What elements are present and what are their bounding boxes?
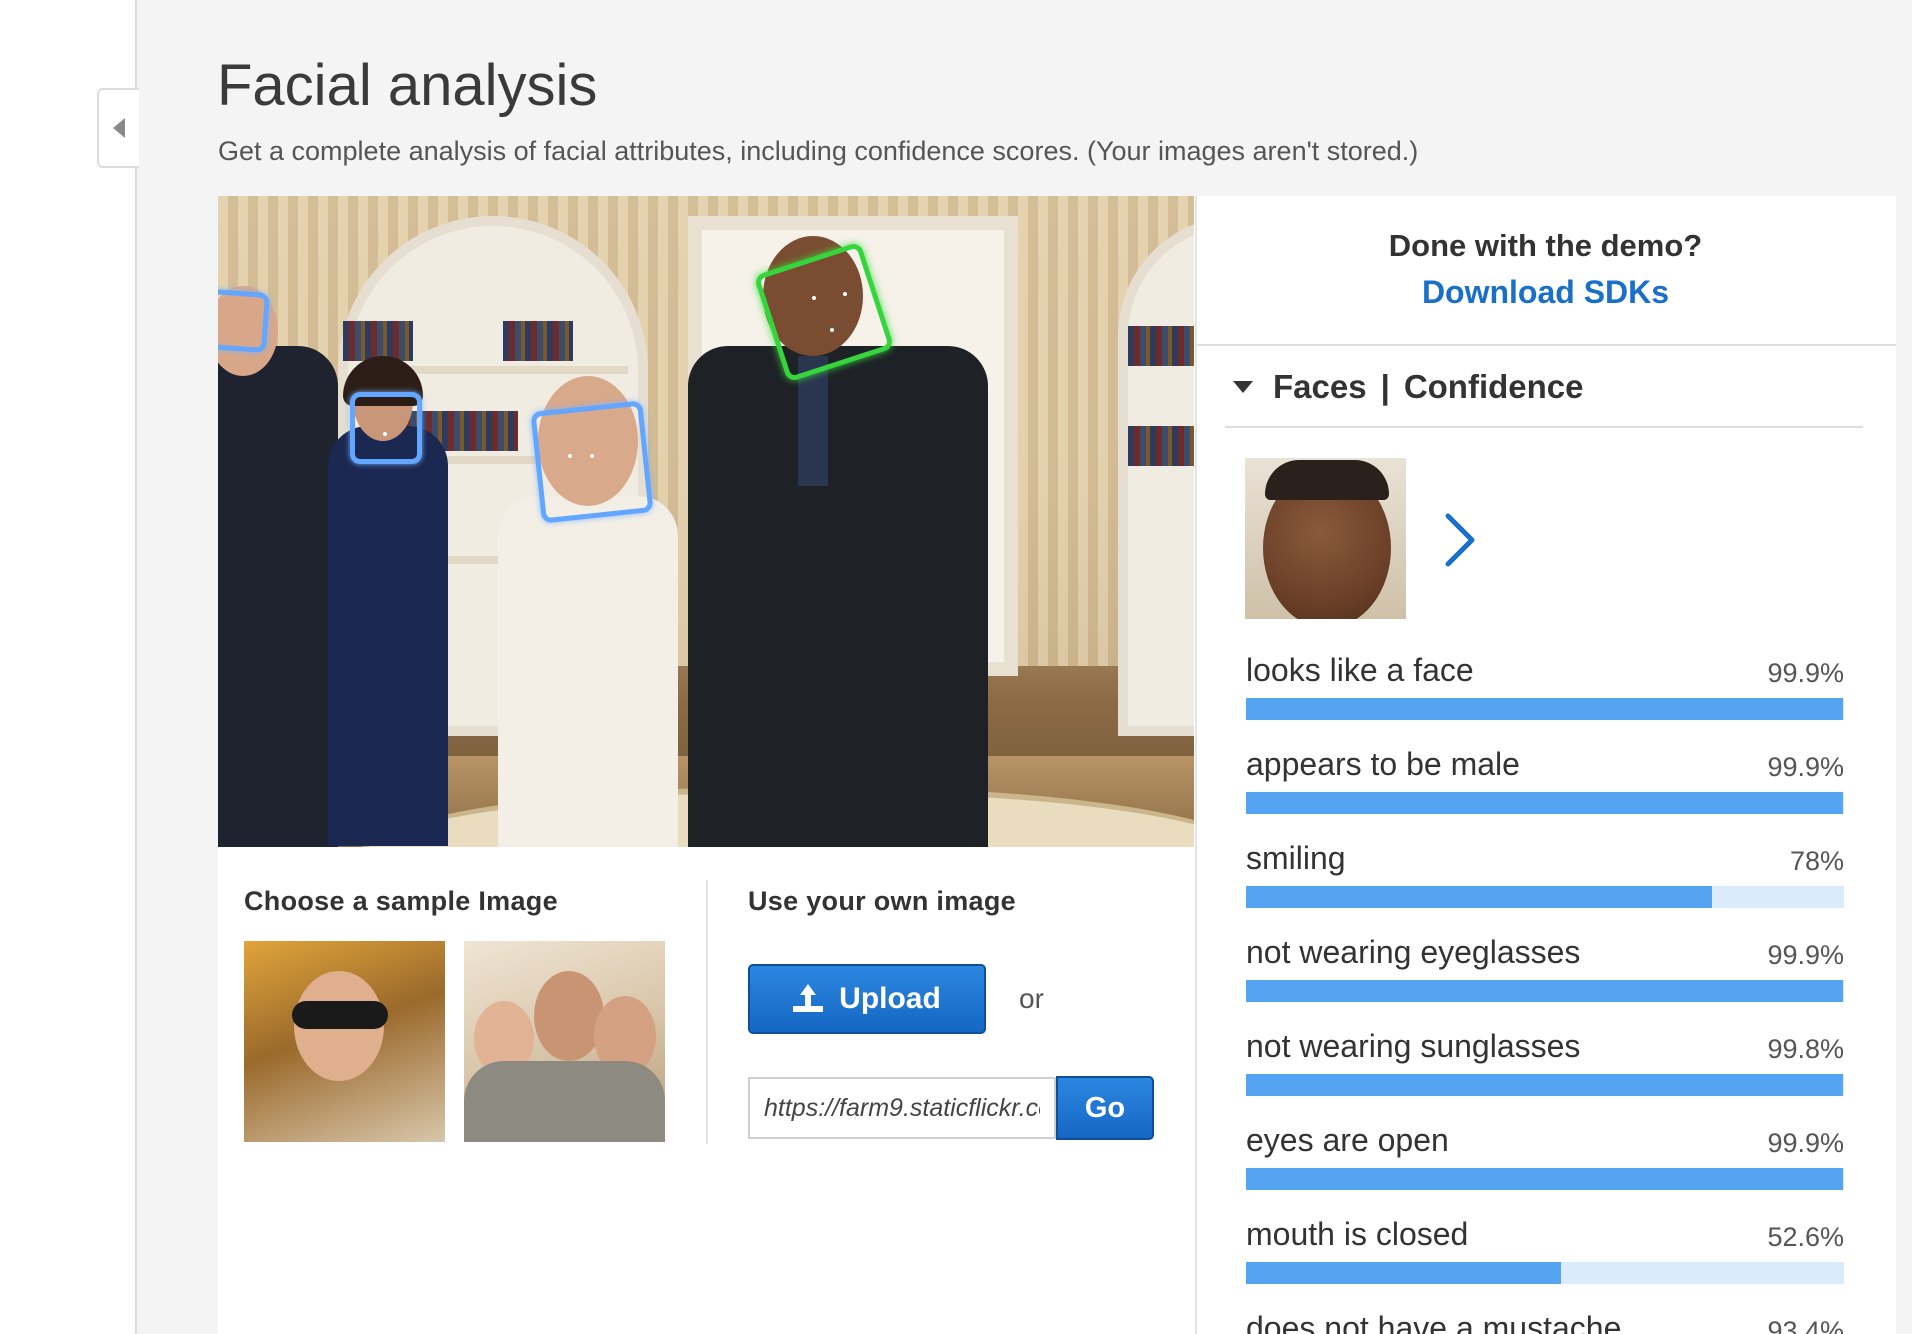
section-divider: [706, 880, 708, 1144]
face-landmark: [830, 328, 834, 332]
faces-confidence-toggle[interactable]: Faces | Confidence: [1233, 362, 1584, 412]
collapse-sidebar-button[interactable]: [97, 88, 139, 168]
confidence-bar-fill: [1246, 1168, 1844, 1190]
done-demo-text: Done with the demo?: [1388, 228, 1703, 263]
chevron-left-icon: [113, 118, 125, 138]
upload-button-label: Upload: [839, 982, 941, 1015]
face-landmark: [590, 454, 594, 458]
image-url-input[interactable]: [748, 1077, 1056, 1139]
confidence-bar-track: [1246, 1168, 1844, 1190]
face-detection-box[interactable]: [350, 392, 422, 464]
confidence-bar-fill: [1246, 1074, 1843, 1096]
chevron-right-icon[interactable]: [1440, 510, 1480, 570]
upload-button[interactable]: Upload: [748, 964, 986, 1034]
faces-label: Faces: [1273, 368, 1367, 405]
attribute-label: not wearing sunglasses: [1246, 1028, 1581, 1064]
selected-face-thumbnail[interactable]: [1245, 458, 1406, 619]
confidence-bar-fill: [1246, 1262, 1561, 1284]
sidebar: on ction ces: [0, 0, 137, 1334]
photo-books: [503, 321, 573, 361]
confidence-bar-track: [1246, 886, 1844, 908]
attribute-label: does not have a mustache: [1246, 1310, 1622, 1334]
confidence-bar-track: [1246, 792, 1844, 814]
attribute-confidence: 93.4%: [1767, 1316, 1844, 1334]
attribute-label: appears to be male: [1246, 746, 1520, 782]
caret-down-icon: [1233, 381, 1253, 393]
go-button[interactable]: Go: [1056, 1076, 1154, 1140]
attribute-confidence: 52.6%: [1767, 1222, 1844, 1252]
face-landmark: [383, 432, 387, 436]
attribute-label: eyes are open: [1246, 1122, 1449, 1158]
confidence-bar-track: [1246, 1262, 1844, 1284]
attribute-label: mouth is closed: [1246, 1216, 1469, 1252]
sample-section-title: Choose a sample Image: [244, 886, 558, 916]
photo-books: [1128, 326, 1194, 366]
photo-books: [1128, 426, 1194, 466]
confidence-bar-track: [1246, 980, 1844, 1002]
page-subtitle: Get a complete analysis of facial attrib…: [218, 136, 1419, 166]
sample-image-2[interactable]: [464, 941, 665, 1142]
sample-image-1[interactable]: [244, 941, 445, 1142]
attribute-confidence: 99.9%: [1767, 1128, 1844, 1158]
confidence-bar-fill: [1246, 980, 1844, 1002]
attribute-label: not wearing eyeglasses: [1246, 934, 1581, 970]
face-landmark: [568, 454, 572, 458]
photo-bookcase-right: [1118, 216, 1194, 736]
face-detection-box[interactable]: [530, 400, 654, 524]
header-separator: |: [1380, 368, 1390, 405]
upload-icon: [793, 984, 824, 1014]
download-sdks-link[interactable]: Download SDKs: [1195, 274, 1896, 311]
attribute-confidence: 78%: [1789, 846, 1844, 876]
panel-divider: [1197, 344, 1896, 346]
photo-books: [343, 321, 413, 361]
attribute-confidence: 99.9%: [1767, 940, 1844, 970]
confidence-bar-fill: [1246, 698, 1844, 720]
attribute-confidence: 99.8%: [1767, 1034, 1844, 1064]
analyzed-photo: [218, 196, 1194, 847]
confidence-label: Confidence: [1403, 368, 1584, 405]
face-landmark: [812, 296, 816, 300]
or-label: or: [1019, 983, 1044, 1014]
faces-divider: [1225, 426, 1863, 428]
attribute-label: looks like a face: [1246, 652, 1474, 688]
confidence-bar-fill: [1246, 886, 1713, 908]
face-landmark: [843, 292, 847, 296]
attribute-label: smiling: [1246, 840, 1346, 876]
confidence-bar-track: [1246, 698, 1844, 720]
face-detection-box[interactable]: [218, 288, 271, 354]
confidence-bar-track: [1246, 1074, 1844, 1096]
attribute-confidence: 99.9%: [1767, 752, 1844, 782]
confidence-bar-fill: [1246, 792, 1844, 814]
attribute-confidence: 99.9%: [1767, 658, 1844, 688]
own-image-section-title: Use your own image: [748, 886, 1016, 916]
page-title: Facial analysis: [217, 53, 598, 118]
